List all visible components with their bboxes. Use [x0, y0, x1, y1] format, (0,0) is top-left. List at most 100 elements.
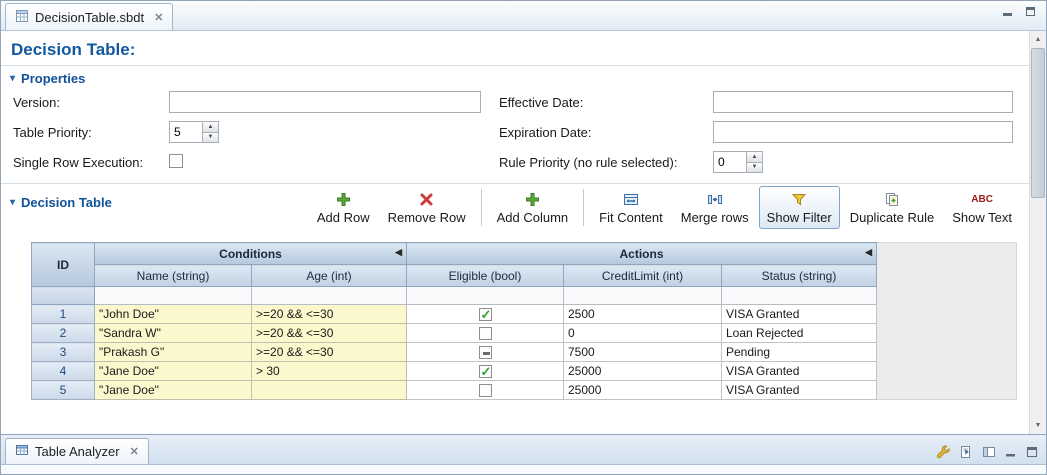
eligible-checkbox[interactable]	[479, 327, 492, 340]
rule-priority-input[interactable]	[713, 151, 747, 173]
collapse-left-icon[interactable]: ◀	[395, 247, 402, 258]
row-id-cell[interactable]: 5	[32, 381, 95, 400]
name-cell[interactable]: "Prakash G"	[95, 343, 252, 362]
maximize-view-icon[interactable]	[1026, 446, 1038, 458]
age-cell[interactable]: >=20 && <=30	[252, 343, 407, 362]
eligible-checkbox[interactable]	[479, 346, 492, 359]
editor-tab-decisiontable[interactable]: DecisionTable.sbdt ✕	[5, 3, 173, 30]
creditlimit-column-header[interactable]: CreditLimit (int)	[564, 265, 722, 287]
remove-row-button[interactable]: Remove Row	[380, 186, 474, 229]
eligible-checkbox[interactable]	[479, 384, 492, 397]
page-title: Decision Table:	[1, 31, 1029, 65]
actions-group-header[interactable]: Actions ◀	[407, 243, 877, 265]
name-cell[interactable]: "Sandra W"	[95, 324, 252, 343]
eligible-cell[interactable]	[407, 381, 564, 400]
single-row-execution-checkbox[interactable]	[169, 154, 183, 168]
filter-row	[32, 287, 877, 305]
eligible-cell[interactable]	[407, 343, 564, 362]
table-priority-input[interactable]	[169, 121, 203, 143]
close-tab-icon[interactable]: ✕	[154, 11, 163, 24]
creditlimit-cell[interactable]: 2500	[564, 305, 722, 324]
bottom-tab-label: Table Analyzer	[35, 444, 120, 459]
show-text-button[interactable]: ABC Show Text	[944, 186, 1020, 229]
fit-content-button[interactable]: Fit Content	[591, 186, 671, 229]
add-column-button[interactable]: Add Column	[489, 186, 577, 229]
creditlimit-cell[interactable]: 7500	[564, 343, 722, 362]
decision-table-section-label: Decision Table	[21, 195, 112, 210]
age-cell[interactable]: >=20 && <=30	[252, 305, 407, 324]
status-cell[interactable]: Pending	[722, 343, 877, 362]
export-page-icon[interactable]	[959, 445, 973, 459]
age-filter-input[interactable]	[252, 287, 407, 305]
spin-up-icon[interactable]: ▲	[203, 121, 219, 133]
duplicate-icon	[884, 191, 900, 207]
vertical-scrollbar[interactable]: ▲ ▼	[1029, 31, 1046, 434]
name-filter-input[interactable]	[95, 287, 252, 305]
expiration-date-input[interactable]	[713, 121, 1013, 143]
maximize-icon[interactable]	[1025, 6, 1036, 17]
spin-up-icon[interactable]: ▲	[747, 151, 763, 163]
add-row-button[interactable]: Add Row	[309, 186, 378, 229]
name-cell[interactable]: "Jane Doe"	[95, 381, 252, 400]
table-row: 5 "Jane Doe" 25000 VISA Granted	[32, 381, 877, 400]
fit-content-label: Fit Content	[599, 210, 663, 225]
minimize-icon[interactable]	[1002, 6, 1013, 17]
scroll-down-icon[interactable]: ▼	[1030, 417, 1046, 434]
eligible-filter-input[interactable]	[407, 287, 564, 305]
eligible-cell[interactable]	[407, 305, 564, 324]
row-id-cell[interactable]: 3	[32, 343, 95, 362]
editor-tab-label: DecisionTable.sbdt	[35, 10, 144, 25]
id-column-header[interactable]: ID	[32, 243, 95, 287]
duplicate-rule-button[interactable]: Duplicate Rule	[842, 186, 943, 229]
eligible-cell[interactable]	[407, 324, 564, 343]
creditlimit-cell[interactable]: 25000	[564, 362, 722, 381]
age-column-header[interactable]: Age (int)	[252, 265, 407, 287]
age-cell[interactable]	[252, 381, 407, 400]
table-priority-stepper: ▲ ▼	[169, 121, 499, 143]
window-controls	[1002, 6, 1036, 17]
status-filter-input[interactable]	[722, 287, 877, 305]
scrollbar-thumb[interactable]	[1031, 48, 1045, 198]
merge-rows-button[interactable]: Merge rows	[673, 186, 757, 229]
minimize-view-icon[interactable]	[1005, 446, 1017, 458]
status-cell[interactable]: VISA Granted	[722, 362, 877, 381]
creditlimit-filter-input[interactable]	[564, 287, 722, 305]
abc-icon: ABC	[971, 191, 993, 207]
name-cell[interactable]: "John Doe"	[95, 305, 252, 324]
collapse-left-icon[interactable]: ◀	[865, 247, 872, 258]
decision-table-toolbar: Add Row Remove Row Add Column Fit Con	[308, 184, 1021, 231]
rule-priority-stepper: ▲ ▼	[713, 151, 1013, 173]
group-header-row: ID Conditions ◀ Actions ◀	[32, 243, 877, 265]
name-cell[interactable]: "Jane Doe"	[95, 362, 252, 381]
table-analyzer-tab[interactable]: Table Analyzer ✕	[5, 438, 149, 464]
decision-table-section-toggle[interactable]: ▾ Decision Table	[10, 195, 112, 210]
eligible-checkbox[interactable]	[479, 308, 492, 321]
status-cell[interactable]: Loan Rejected	[722, 324, 877, 343]
spin-down-icon[interactable]: ▼	[203, 133, 219, 144]
close-tab-icon[interactable]: ✕	[130, 445, 139, 458]
wrench-icon[interactable]	[935, 444, 950, 459]
spin-down-icon[interactable]: ▼	[747, 163, 763, 174]
view-layout-icon[interactable]	[982, 445, 996, 459]
age-cell[interactable]: > 30	[252, 362, 407, 381]
effective-date-input[interactable]	[713, 91, 1013, 113]
properties-section-toggle[interactable]: ▾ Properties	[1, 66, 1029, 88]
eligible-cell[interactable]	[407, 362, 564, 381]
status-column-header[interactable]: Status (string)	[722, 265, 877, 287]
duplicate-rule-label: Duplicate Rule	[850, 210, 935, 225]
row-id-cell[interactable]: 2	[32, 324, 95, 343]
status-cell[interactable]: VISA Granted	[722, 381, 877, 400]
name-column-header[interactable]: Name (string)	[95, 265, 252, 287]
age-cell[interactable]: >=20 && <=30	[252, 324, 407, 343]
eligible-column-header[interactable]: Eligible (bool)	[407, 265, 564, 287]
status-cell[interactable]: VISA Granted	[722, 305, 877, 324]
creditlimit-cell[interactable]: 25000	[564, 381, 722, 400]
scroll-up-icon[interactable]: ▲	[1030, 31, 1046, 48]
creditlimit-cell[interactable]: 0	[564, 324, 722, 343]
show-filter-button[interactable]: Show Filter	[759, 186, 840, 229]
row-id-cell[interactable]: 1	[32, 305, 95, 324]
conditions-group-header[interactable]: Conditions ◀	[95, 243, 407, 265]
eligible-checkbox[interactable]	[479, 365, 492, 378]
row-id-cell[interactable]: 4	[32, 362, 95, 381]
version-input[interactable]	[169, 91, 481, 113]
